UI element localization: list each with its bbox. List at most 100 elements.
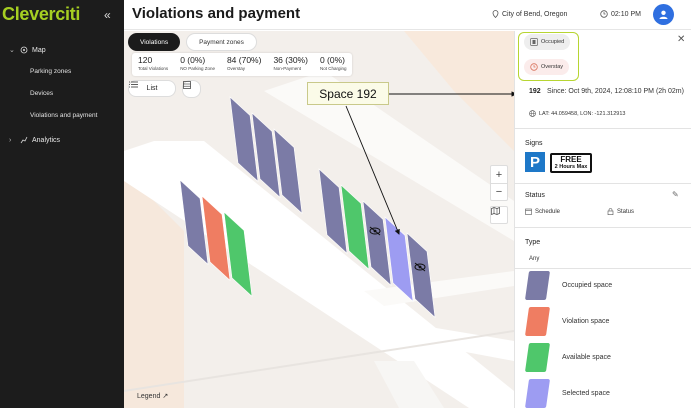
legend-occupied-label: Occupied space — [562, 282, 613, 289]
divider — [515, 128, 691, 129]
selected-swatch — [524, 379, 551, 408]
violation-swatch — [524, 307, 551, 336]
schedule-label: Schedule — [535, 208, 561, 215]
space-id: 192 — [529, 88, 541, 95]
zoom-out-button[interactable]: − — [491, 183, 507, 200]
occupied-swatch — [524, 271, 551, 300]
user-avatar[interactable] — [653, 4, 674, 25]
close-icon[interactable]: ✕ — [677, 34, 685, 45]
list-button[interactable]: List — [128, 80, 176, 97]
legend-link-label: Legend — [137, 392, 161, 400]
legend-violation-space: Violation space — [524, 307, 610, 336]
type-heading: Type — [525, 239, 541, 246]
chevron-right-icon: › — [9, 136, 12, 144]
lock-icon — [607, 208, 614, 215]
space-callout-label: Space 192 — [307, 82, 389, 105]
status-label: Status — [617, 208, 635, 215]
parking-space-occupied[interactable] — [251, 112, 281, 199]
chevron-down-icon: ⌄ — [9, 47, 15, 54]
double-chevron-left-icon[interactable]: « — [104, 8, 111, 22]
parking-space-selected[interactable] — [384, 216, 414, 303]
stat-no-parking-zone[interactable]: 0 (0%) NO Parking Zone — [174, 53, 221, 76]
stat-not-charging[interactable]: 0 (0%) Not Charging — [314, 53, 353, 76]
chip-overstay[interactable]: Overstay — [524, 59, 570, 75]
edit-icon[interactable]: ✎ — [672, 190, 679, 199]
parking-space-violation[interactable] — [201, 195, 231, 282]
parking-space-available[interactable] — [340, 184, 370, 271]
clock-display: 02:10 PM — [600, 10, 641, 18]
app-logo: Cleverciti — [2, 4, 81, 24]
parking-space-occupied[interactable] — [406, 232, 436, 319]
stat-overstay[interactable]: 84 (70%) Overstay — [221, 53, 268, 76]
nav-analytics[interactable]: › Analytics — [9, 135, 60, 145]
stat-total-violations[interactable]: 120 Total Violations — [132, 53, 174, 76]
parking-space-occupied[interactable] — [273, 128, 303, 215]
time-label: 02:10 PM — [611, 10, 641, 18]
zoom-in-button[interactable]: + — [491, 166, 507, 183]
chip-occupied-label: Occupied — [541, 39, 565, 45]
signs-heading: Signs — [525, 140, 543, 147]
chip-overstay-label: Overstay — [541, 64, 564, 70]
legend-available-label: Available space — [562, 354, 611, 361]
legend-link[interactable]: Legend ↗ — [137, 392, 169, 401]
available-swatch — [524, 343, 551, 372]
free-2-hours-sign: FREE 2 Hours Max — [550, 153, 592, 173]
external-link-icon: ↗ — [162, 393, 169, 400]
violation-stats: 120 Total Violations 0 (0%) NO Parking Zon… — [132, 53, 353, 76]
map-tabs: Violations Payment zones — [128, 33, 257, 51]
header: Violations and payment City of Bend, Ore… — [124, 0, 691, 30]
map-pin-icon — [19, 45, 29, 55]
chip-occupied[interactable]: Occupied — [524, 34, 571, 50]
parking-sign-p: P — [525, 152, 545, 172]
clock-icon — [530, 63, 538, 71]
status-item[interactable]: Status — [607, 208, 634, 215]
parking-space-occupied[interactable] — [362, 200, 392, 287]
divider — [515, 183, 691, 184]
legend-occupied-space: Occupied space — [524, 271, 613, 300]
globe-icon — [529, 110, 536, 117]
list-icon — [129, 81, 138, 88]
legend-selected-space: Selected space — [524, 379, 610, 408]
calendar-icon — [525, 208, 532, 215]
table-icon — [183, 81, 191, 89]
sign-free-line2: 2 Hours Max — [554, 164, 588, 170]
nav-item-parking-zones[interactable]: Parking zones — [30, 68, 71, 75]
divider — [515, 227, 691, 228]
page-title: Violations and payment — [132, 5, 301, 22]
table-view-button[interactable] — [182, 80, 201, 98]
stat-non-payment[interactable]: 36 (30%) Non-Payment — [267, 53, 314, 76]
parking-space-occupied[interactable] — [179, 179, 209, 266]
location-pin-icon — [492, 10, 499, 18]
coordinates-text: LAT: 44.059458, LON: -121.312913 — [539, 110, 626, 117]
parking-space-occupied[interactable] — [318, 168, 348, 255]
space-details-panel: ✕ Occupied Overstay 192 Since: Oct 9th, … — [514, 31, 691, 408]
coordinates: LAT: 44.059458, LON: -121.312913 — [529, 110, 625, 117]
tab-payment-zones[interactable]: Payment zones — [186, 33, 257, 51]
map-icon — [491, 207, 500, 215]
tab-violations[interactable]: Violations — [128, 33, 181, 51]
schedule-item[interactable]: Schedule — [525, 208, 560, 215]
nav-map-label: Map — [32, 46, 46, 54]
location-selector[interactable]: City of Bend, Oregon — [492, 10, 567, 18]
divider — [515, 268, 691, 269]
legend-selected-label: Selected space — [562, 390, 610, 397]
sign-free-line1: FREE — [560, 155, 582, 164]
nav-item-violations-and-payment[interactable]: Violations and payment — [30, 112, 97, 119]
nav-map[interactable]: ⌄ Map — [9, 45, 46, 55]
nav-item-devices[interactable]: Devices — [30, 90, 53, 97]
type-filter-any[interactable]: Any — [529, 256, 539, 262]
parking-space-occupied[interactable] — [229, 96, 259, 183]
zoom-controls: + − — [490, 165, 508, 201]
car-icon — [530, 38, 538, 46]
sidebar: Cleverciti « ⌄ Map Parking zones Devices… — [0, 0, 124, 408]
clock-icon — [600, 10, 608, 18]
status-heading: Status — [525, 192, 545, 199]
nav-analytics-label: Analytics — [32, 136, 61, 144]
list-button-label: List — [146, 85, 158, 92]
legend-violation-label: Violation space — [562, 318, 610, 325]
parking-space-available[interactable] — [223, 211, 253, 298]
map-layers-button[interactable] — [490, 206, 508, 224]
location-label: City of Bend, Oregon — [502, 10, 568, 18]
since-timestamp: Since: Oct 9th, 2024, 12:08:10 PM (2h 02… — [547, 88, 684, 95]
user-icon — [659, 10, 668, 19]
